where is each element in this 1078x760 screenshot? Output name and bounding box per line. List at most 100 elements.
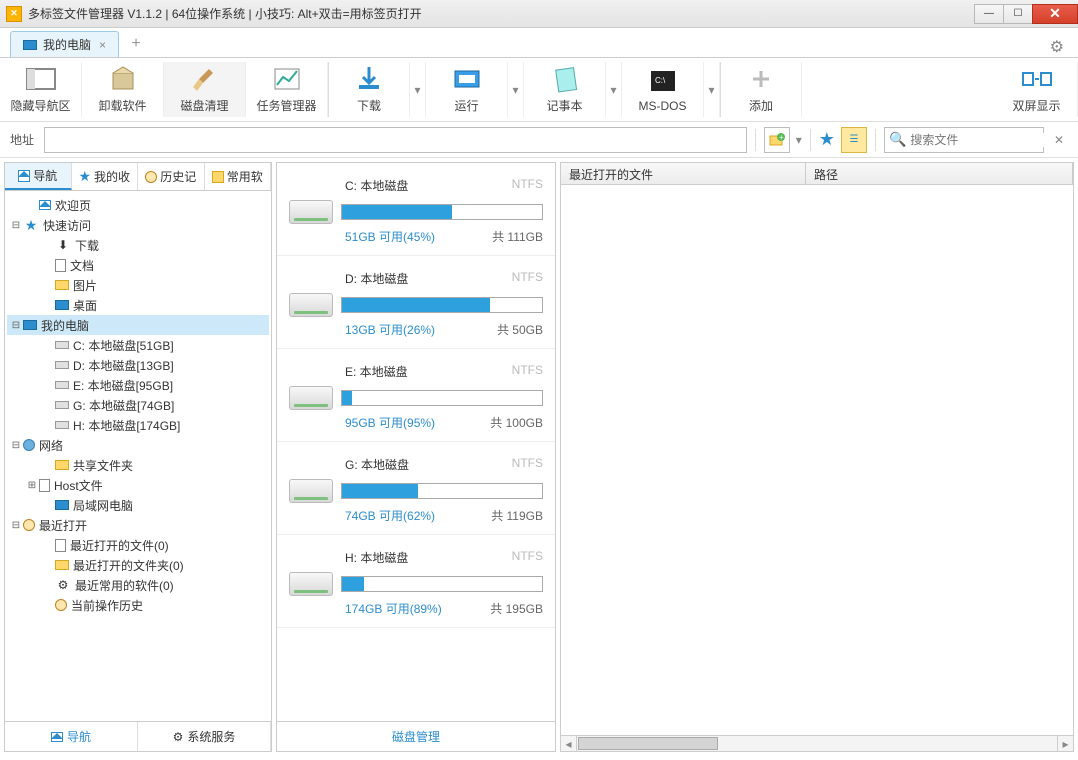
tool-label: 隐藏导航区 xyxy=(10,97,70,114)
sidebar-tab-history[interactable]: 历史记 xyxy=(138,163,205,190)
clock-icon xyxy=(23,519,35,531)
new-folder-button[interactable]: + xyxy=(764,127,790,153)
tree-downloads[interactable]: ⬇下载 xyxy=(7,235,269,255)
view-mode-button[interactable]: ☰ xyxy=(841,127,867,153)
document-icon xyxy=(55,539,66,552)
notepad-button[interactable]: 记事本 xyxy=(524,62,606,117)
drive-icon xyxy=(289,479,333,503)
tree-current-history[interactable]: 当前操作历史 xyxy=(7,595,269,615)
scroll-left-icon[interactable]: ◂ xyxy=(561,736,577,751)
drive-usage-bar xyxy=(341,297,543,313)
main-content: 导航 ★我的收 历史记 常用软 欢迎页 ⊟★快速访问 ⬇下载 文档 图片 桌面 … xyxy=(0,158,1078,756)
run-button[interactable]: 运行 xyxy=(426,62,508,117)
collapse-icon[interactable]: ⊟ xyxy=(9,220,23,231)
tool-label: 任务管理器 xyxy=(256,97,316,114)
tree-welcome[interactable]: 欢迎页 xyxy=(7,195,269,215)
clear-search-icon[interactable]: ✕ xyxy=(1050,133,1068,147)
tab-mypc[interactable]: 我的电脑 × xyxy=(10,31,119,57)
uninstall-button[interactable]: 卸载软件 xyxy=(82,62,164,117)
close-button[interactable]: ✕ xyxy=(1032,4,1078,24)
svg-text:C:\: C:\ xyxy=(655,76,666,85)
tree-drive-g[interactable]: G: 本地磁盘[74GB] xyxy=(7,395,269,415)
drive-item[interactable]: C: 本地磁盘NTFS51GB 可用(45%)共 111GB xyxy=(277,163,555,256)
search-input[interactable] xyxy=(910,133,1065,147)
tree-drive-h[interactable]: H: 本地磁盘[174GB] xyxy=(7,415,269,435)
horizontal-scrollbar[interactable]: ◂ ▸ xyxy=(561,735,1073,751)
drive-free-text: 51GB 可用(45%) xyxy=(345,228,435,245)
task-manager-button[interactable]: 任务管理器 xyxy=(246,62,328,117)
disk-cleanup-button[interactable]: 磁盘清理 xyxy=(164,62,246,117)
msdos-button[interactable]: C:\ MS-DOS xyxy=(622,62,704,117)
download-button[interactable]: 下载 xyxy=(328,62,410,117)
search-box[interactable]: 🔍 xyxy=(884,127,1044,153)
tree-quick-access[interactable]: ⊟★快速访问 xyxy=(7,215,269,235)
toggle-nav-button[interactable]: 隐藏导航区 xyxy=(0,62,82,117)
collapse-icon[interactable]: ⊟ xyxy=(9,320,23,331)
tree-recent-files[interactable]: 最近打开的文件(0) xyxy=(7,535,269,555)
address-input[interactable] xyxy=(44,127,747,153)
favorite-star-icon[interactable]: ★ xyxy=(819,129,835,150)
add-tab-button[interactable]: + xyxy=(123,31,149,57)
tree-recent[interactable]: ⊟最近打开 xyxy=(7,515,269,535)
monitor-icon xyxy=(23,320,37,330)
scroll-thumb[interactable] xyxy=(578,737,718,750)
drive-item[interactable]: G: 本地磁盘NTFS74GB 可用(62%)共 119GB xyxy=(277,442,555,535)
column-header-file[interactable]: 最近打开的文件 xyxy=(561,163,806,184)
disk-management-link[interactable]: 磁盘管理 xyxy=(277,721,555,751)
tree-shared-folders[interactable]: 共享文件夹 xyxy=(7,455,269,475)
drive-total-text: 共 100GB xyxy=(490,414,543,431)
tab-close-icon[interactable]: × xyxy=(99,38,106,52)
collapse-icon[interactable]: ⊟ xyxy=(9,440,23,451)
tool-label: 双屏显示 xyxy=(1012,97,1060,114)
download-dropdown[interactable]: ▾ xyxy=(410,62,426,117)
bottom-tab-services[interactable]: ⚙系统服务 xyxy=(138,722,271,751)
drive-item[interactable]: E: 本地磁盘NTFS95GB 可用(95%)共 100GB xyxy=(277,349,555,442)
gear-icon: ⚙ xyxy=(173,730,184,744)
scroll-right-icon[interactable]: ▸ xyxy=(1057,736,1073,751)
dropdown-icon[interactable]: ▾ xyxy=(796,133,802,147)
tree-recent-folders[interactable]: 最近打开的文件夹(0) xyxy=(7,555,269,575)
tree-pictures[interactable]: 图片 xyxy=(7,275,269,295)
tree-lan-pc[interactable]: 局域网电脑 xyxy=(7,495,269,515)
recent-list xyxy=(561,185,1073,735)
dual-screen-button[interactable]: 双屏显示 xyxy=(996,62,1078,117)
minimize-button[interactable]: — xyxy=(974,4,1004,24)
add-tool-button[interactable]: 添加 xyxy=(720,62,802,117)
tab-label: 我的电脑 xyxy=(43,36,91,53)
run-icon xyxy=(451,65,483,93)
panel-icon xyxy=(25,65,57,93)
drive-item[interactable]: H: 本地磁盘NTFS174GB 可用(89%)共 195GB xyxy=(277,535,555,628)
expand-icon[interactable]: ⊞ xyxy=(25,480,39,491)
gear-icon: ⚙ xyxy=(55,578,71,592)
msdos-dropdown[interactable]: ▾ xyxy=(704,62,720,117)
drive-icon xyxy=(289,293,333,317)
drive-item[interactable]: D: 本地磁盘NTFS13GB 可用(26%)共 50GB xyxy=(277,256,555,349)
monitor-icon xyxy=(55,300,69,310)
sidebar-tab-apps[interactable]: 常用软 xyxy=(205,163,272,190)
tree-network[interactable]: ⊟网络 xyxy=(7,435,269,455)
maximize-button[interactable]: ☐ xyxy=(1003,4,1033,24)
tree-host-file[interactable]: ⊞Host文件 xyxy=(7,475,269,495)
run-dropdown[interactable]: ▾ xyxy=(508,62,524,117)
notepad-dropdown[interactable]: ▾ xyxy=(606,62,622,117)
tab-label: 系统服务 xyxy=(187,728,235,745)
tree-documents[interactable]: 文档 xyxy=(7,255,269,275)
tree-drive-c[interactable]: C: 本地磁盘[51GB] xyxy=(7,335,269,355)
collapse-icon[interactable]: ⊟ xyxy=(9,520,23,531)
sidebar-tab-nav[interactable]: 导航 xyxy=(5,163,72,190)
tree-drive-e[interactable]: E: 本地磁盘[95GB] xyxy=(7,375,269,395)
column-header-path[interactable]: 路径 xyxy=(806,163,1073,184)
drive-icon xyxy=(289,200,333,224)
tree-drive-d[interactable]: D: 本地磁盘[13GB] xyxy=(7,355,269,375)
tree-desktop[interactable]: 桌面 xyxy=(7,295,269,315)
settings-gear-icon[interactable]: ⚙ xyxy=(1050,37,1064,57)
tree-mypc[interactable]: ⊟我的电脑 xyxy=(7,315,269,335)
sidebar-tabs: 导航 ★我的收 历史记 常用软 xyxy=(5,163,271,191)
sidebar-tab-fav[interactable]: ★我的收 xyxy=(72,163,139,190)
tree-recent-apps[interactable]: ⚙最近常用的软件(0) xyxy=(7,575,269,595)
drive-total-text: 共 111GB xyxy=(492,228,543,245)
bottom-tab-nav[interactable]: 导航 xyxy=(5,722,138,751)
download-icon: ⬇ xyxy=(55,238,71,252)
folder-icon xyxy=(55,280,69,290)
tool-label: 卸载软件 xyxy=(98,97,146,114)
